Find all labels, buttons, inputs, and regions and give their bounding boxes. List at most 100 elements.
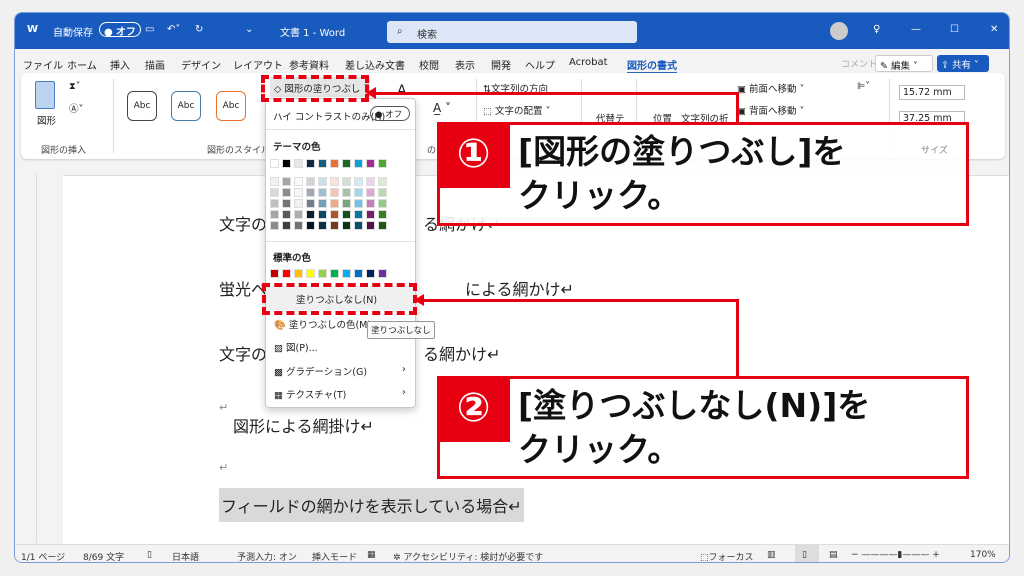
- zoom-level[interactable]: 170%: [970, 550, 996, 560]
- theme-color-swatch[interactable]: [342, 159, 351, 168]
- maximize-button[interactable]: ☐: [950, 24, 959, 35]
- shape-style-1[interactable]: Abc: [127, 91, 157, 121]
- text-outline-icon[interactable]: A̲ ˅: [433, 101, 451, 115]
- theme-shade-swatch[interactable]: [330, 221, 339, 230]
- standard-color-swatch[interactable]: [270, 269, 279, 278]
- standard-color-swatch[interactable]: [354, 269, 363, 278]
- theme-shade-swatch[interactable]: [354, 210, 363, 219]
- standard-color-swatch[interactable]: [318, 269, 327, 278]
- tab-10[interactable]: 開発: [491, 57, 511, 72]
- theme-shade-swatch[interactable]: [366, 188, 375, 197]
- tab-13[interactable]: 図形の書式: [627, 57, 677, 74]
- send-backward-button[interactable]: ▣ 背面へ移動 ˅: [737, 103, 804, 117]
- close-button[interactable]: ✕: [990, 24, 998, 35]
- theme-shade-swatch[interactable]: [270, 210, 279, 219]
- theme-shade-swatch[interactable]: [378, 221, 387, 230]
- theme-shade-swatch[interactable]: [282, 177, 291, 186]
- web-layout-icon[interactable]: ▤: [829, 550, 838, 560]
- picture-fill-item[interactable]: ▨ 図(P)...: [274, 340, 423, 354]
- theme-color-swatch[interactable]: [294, 159, 303, 168]
- theme-shade-swatch[interactable]: [306, 177, 315, 186]
- theme-shade-swatch[interactable]: [306, 221, 315, 230]
- document-page[interactable]: 文字の る網かけ↵ 蛍光ペ による網かけ↵ 文字の る網かけ↵ ↵ 図形による網…: [63, 176, 1009, 544]
- standard-color-swatch[interactable]: [330, 269, 339, 278]
- theme-shade-swatch[interactable]: [330, 177, 339, 186]
- theme-color-swatch[interactable]: [330, 159, 339, 168]
- theme-shade-swatch[interactable]: [378, 199, 387, 208]
- shape-text[interactable]: 図形による網掛け↵: [233, 413, 374, 437]
- textbox-icon[interactable]: Ⓐ˅: [69, 101, 83, 115]
- texture-item[interactable]: ▦ テクスチャ(T) ›: [274, 387, 423, 401]
- tab-5[interactable]: レイアウト: [233, 57, 283, 72]
- theme-shade-swatch[interactable]: [318, 188, 327, 197]
- theme-color-swatch[interactable]: [306, 159, 315, 168]
- theme-shade-swatch[interactable]: [378, 177, 387, 186]
- height-input[interactable]: 15.72 mm: [899, 85, 965, 100]
- theme-shade-swatch[interactable]: [294, 199, 303, 208]
- high-contrast-toggle[interactable]: ● オフ: [370, 106, 410, 121]
- theme-shade-swatch[interactable]: [318, 177, 327, 186]
- theme-shade-swatch[interactable]: [330, 210, 339, 219]
- theme-shade-swatch[interactable]: [330, 188, 339, 197]
- bring-forward-button[interactable]: ▣ 前面へ移動 ˅: [737, 81, 804, 95]
- standard-color-swatch[interactable]: [378, 269, 387, 278]
- shapes-button[interactable]: 図形: [37, 113, 56, 127]
- insert-mode[interactable]: 挿入モード: [312, 550, 357, 562]
- standard-color-swatch[interactable]: [306, 269, 315, 278]
- minimize-button[interactable]: —: [911, 24, 921, 35]
- theme-color-swatch[interactable]: [354, 159, 363, 168]
- theme-shade-swatch[interactable]: [282, 188, 291, 197]
- language[interactable]: 日本語: [172, 550, 199, 562]
- standard-color-swatch[interactable]: [342, 269, 351, 278]
- undo-icon[interactable]: ↶˅: [167, 24, 180, 35]
- theme-shade-swatch[interactable]: [366, 210, 375, 219]
- lightbulb-icon[interactable]: ♀: [873, 24, 880, 35]
- theme-color-swatch[interactable]: [366, 159, 375, 168]
- tab-11[interactable]: ヘルプ: [525, 57, 555, 72]
- theme-shade-swatch[interactable]: [306, 210, 315, 219]
- theme-shade-swatch[interactable]: [294, 177, 303, 186]
- theme-shade-swatch[interactable]: [354, 177, 363, 186]
- shapes-icon[interactable]: [35, 81, 55, 109]
- zoom-slider[interactable]: − ————▮——— +: [851, 550, 940, 560]
- standard-color-swatch[interactable]: [294, 269, 303, 278]
- comment-button[interactable]: コメント: [841, 57, 877, 70]
- tab-1[interactable]: ホーム: [67, 57, 97, 72]
- standard-color-swatch[interactable]: [366, 269, 375, 278]
- theme-shade-swatch[interactable]: [366, 221, 375, 230]
- theme-shade-swatch[interactable]: [294, 188, 303, 197]
- text-fill-icon[interactable]: A: [397, 83, 407, 99]
- theme-shade-swatch[interactable]: [270, 221, 279, 230]
- theme-shade-swatch[interactable]: [306, 199, 315, 208]
- theme-shade-swatch[interactable]: [366, 177, 375, 186]
- tab-0[interactable]: ファイル: [23, 57, 63, 72]
- read-mode-icon[interactable]: ▥: [767, 550, 776, 560]
- theme-shade-swatch[interactable]: [318, 210, 327, 219]
- theme-shade-swatch[interactable]: [354, 188, 363, 197]
- autosave-toggle[interactable]: ● オフ: [99, 22, 141, 38]
- theme-shade-swatch[interactable]: [330, 199, 339, 208]
- theme-shade-swatch[interactable]: [342, 188, 351, 197]
- theme-shade-swatch[interactable]: [294, 210, 303, 219]
- theme-color-swatch[interactable]: [282, 159, 291, 168]
- theme-color-swatch[interactable]: [270, 159, 279, 168]
- theme-shade-swatch[interactable]: [378, 188, 387, 197]
- proofing-icon[interactable]: ▯: [147, 550, 152, 560]
- theme-color-swatch[interactable]: [378, 159, 387, 168]
- align-icon[interactable]: ⊫˅: [857, 81, 870, 92]
- accessibility-status[interactable]: ✲ アクセシビリティ: 検討が必要です: [393, 550, 543, 562]
- text-align-button[interactable]: ⬚ 文字の配置 ˅: [483, 103, 550, 117]
- standard-color-swatch[interactable]: [282, 269, 291, 278]
- theme-shade-swatch[interactable]: [354, 199, 363, 208]
- search-box[interactable]: ⌕ 検索: [387, 21, 637, 43]
- focus-button[interactable]: ⬚フォーカス: [700, 550, 754, 562]
- theme-shade-swatch[interactable]: [282, 210, 291, 219]
- theme-shade-swatch[interactable]: [270, 177, 279, 186]
- redo-icon[interactable]: ↻: [195, 24, 203, 35]
- page-count[interactable]: 1/1 ページ: [21, 550, 65, 562]
- theme-shade-swatch[interactable]: [342, 199, 351, 208]
- print-layout-icon[interactable]: ▯: [795, 545, 819, 562]
- tab-3[interactable]: 描画: [145, 57, 165, 72]
- word-count[interactable]: 8/69 文字: [83, 550, 124, 562]
- theme-shade-swatch[interactable]: [342, 177, 351, 186]
